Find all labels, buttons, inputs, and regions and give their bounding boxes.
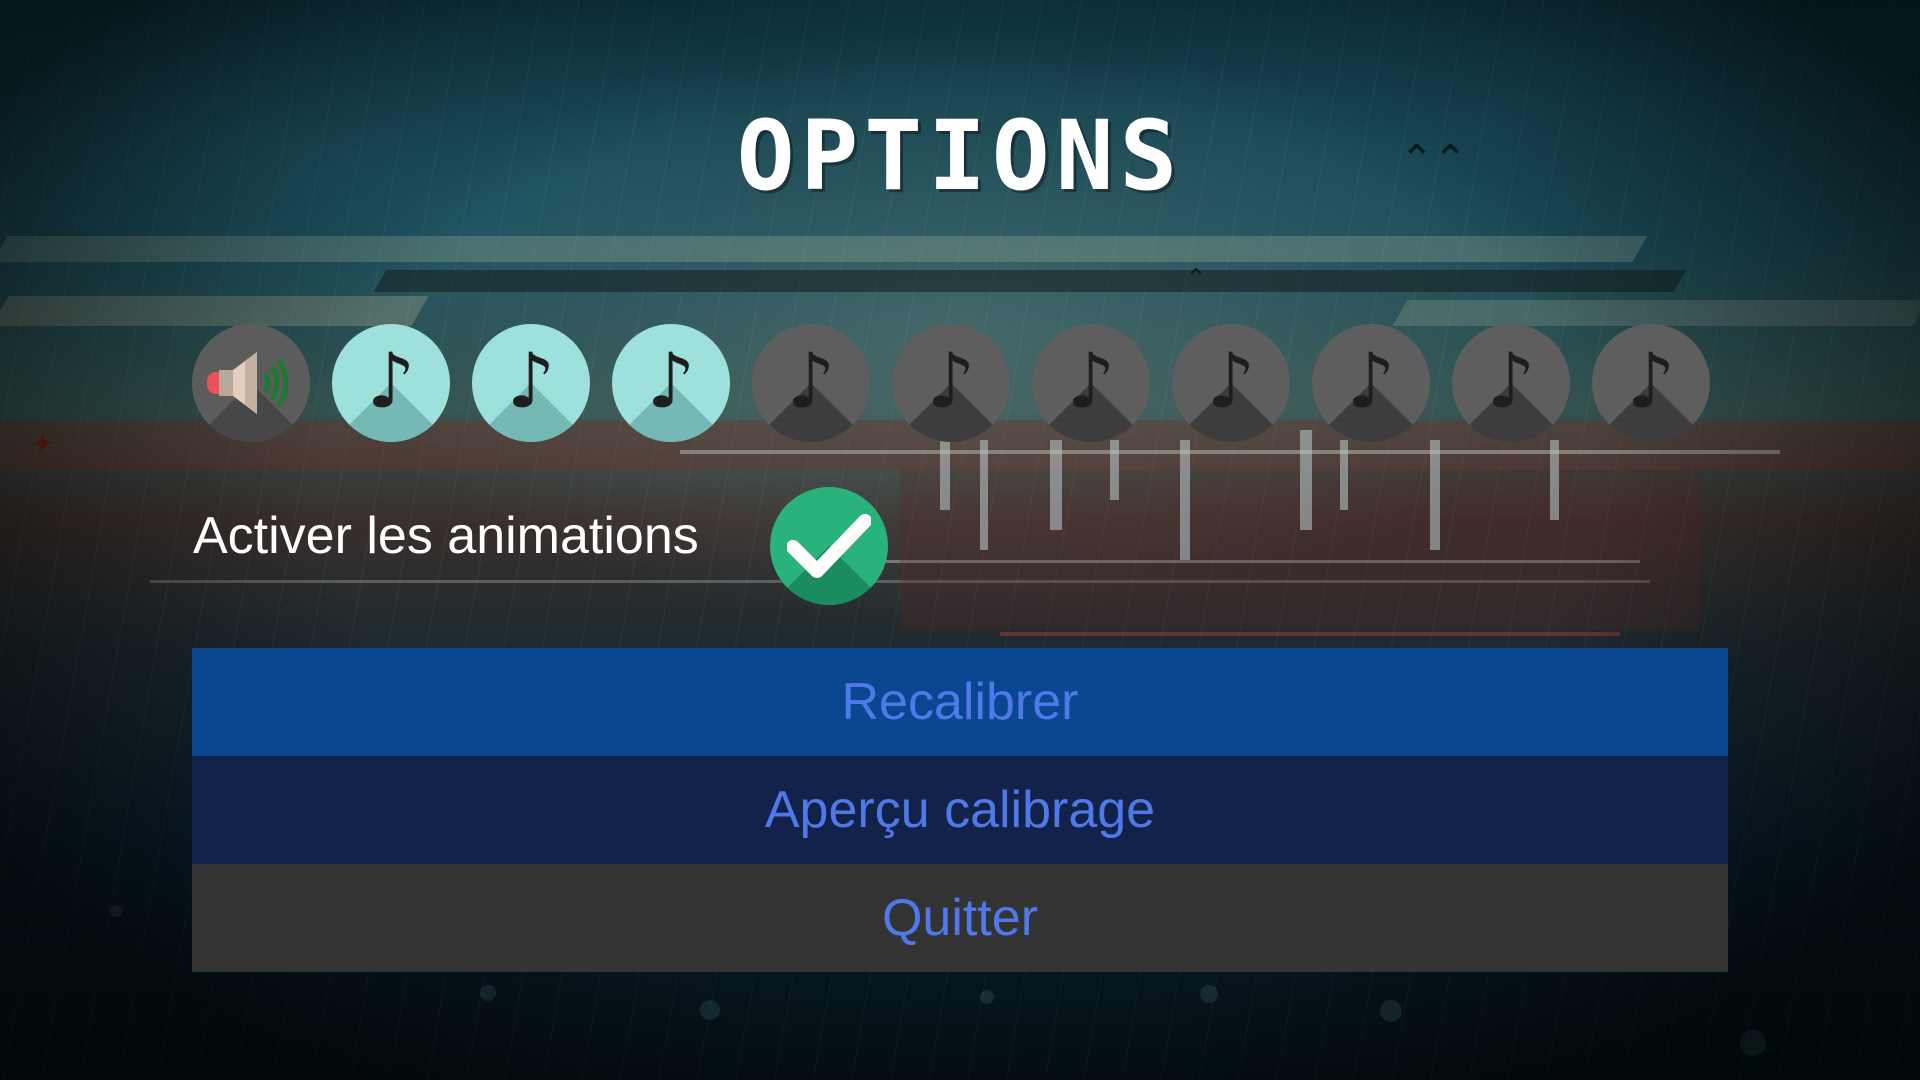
music-note-icon: ♪ <box>366 336 416 425</box>
mute-button[interactable] <box>192 324 310 442</box>
music-note-icon: ♪ <box>926 336 976 425</box>
quit-button[interactable]: Quitter <box>192 864 1728 972</box>
music-note-icon: ♪ <box>506 336 556 425</box>
music-note-icon: ♪ <box>786 336 836 425</box>
calibration-preview-button[interactable]: Aperçu calibrage <box>192 756 1728 864</box>
checkmark-icon <box>787 514 871 578</box>
music-note-icon: ♪ <box>1626 336 1676 425</box>
volume-step-2[interactable]: ♪ <box>472 324 590 442</box>
volume-step-10[interactable]: ♪ <box>1592 324 1710 442</box>
volume-control: ♪ ♪ ♪ ♪ ♪ ♪ ♪ ♪ ♪ ♪ <box>192 324 1710 442</box>
recalibrate-button[interactable]: Recalibrer <box>192 648 1728 756</box>
music-note-icon: ♪ <box>1346 336 1396 425</box>
music-note-icon: ♪ <box>1486 336 1536 425</box>
page-title: OPTIONS <box>736 100 1184 212</box>
music-note-icon: ♪ <box>1066 336 1116 425</box>
volume-step-9[interactable]: ♪ <box>1452 324 1570 442</box>
speaker-icon <box>207 352 289 414</box>
options-menu: Recalibrer Aperçu calibrage Quitter <box>192 648 1728 972</box>
volume-step-7[interactable]: ♪ <box>1172 324 1290 442</box>
volume-step-3[interactable]: ♪ <box>612 324 730 442</box>
music-note-icon: ♪ <box>646 336 696 425</box>
volume-step-8[interactable]: ♪ <box>1312 324 1430 442</box>
quit-label: Quitter <box>881 889 1039 947</box>
volume-step-5[interactable]: ♪ <box>892 324 1010 442</box>
volume-step-4[interactable]: ♪ <box>752 324 870 442</box>
animations-label: Activer les animations <box>193 507 699 565</box>
recalibrate-label: Recalibrer <box>841 673 1079 731</box>
animations-toggle[interactable] <box>770 487 888 605</box>
volume-step-6[interactable]: ♪ <box>1032 324 1150 442</box>
volume-step-1[interactable]: ♪ <box>332 324 450 442</box>
music-note-icon: ♪ <box>1206 336 1256 425</box>
calibration-preview-label: Aperçu calibrage <box>764 781 1156 839</box>
